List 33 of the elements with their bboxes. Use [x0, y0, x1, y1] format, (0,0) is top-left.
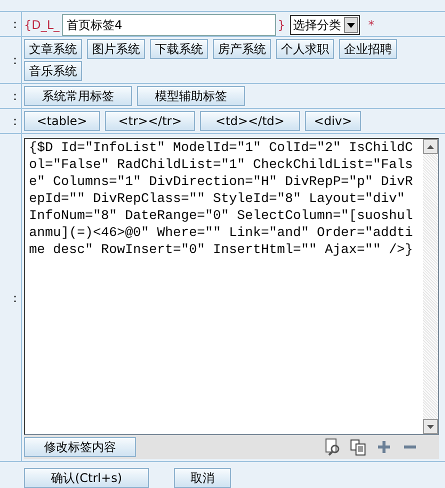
html-snippet-button[interactable]: <td></td>: [200, 111, 300, 131]
suffix-text: }: [278, 17, 286, 34]
system-button[interactable]: 图片系统: [87, 39, 145, 59]
system-button[interactable]: 房产系统: [213, 39, 271, 59]
copy-icon[interactable]: [349, 438, 367, 456]
code-text[interactable]: {$D Id="InfoList" ModelId="1" ColId="2" IsChildCol="False" RadChildList="1" CheckChildList="False" Columns="1" DivDirection="H" DivRepP="p" DivRepId="" DivRepClass="" StyleId="8" Layout="div" InfoNum="8" DateRange="0" SelectColumn="[suoshulanmu](=)<46>@0" Where="" Link="and" Order="addtime desc" RowInsert="0" InsertHtml="" Ajax="" />}: [25, 139, 423, 434]
system-button[interactable]: 个人求职: [276, 39, 334, 59]
system-button[interactable]: 下载系统: [150, 39, 208, 59]
plus-icon[interactable]: [375, 438, 393, 456]
html-snippet-button[interactable]: <tr></tr>: [105, 111, 195, 131]
scroll-down-icon[interactable]: [423, 419, 438, 434]
field-label: ：: [0, 37, 22, 83]
scroll-up-icon[interactable]: [423, 139, 438, 154]
scrollbar[interactable]: [423, 139, 438, 434]
system-button[interactable]: 文章系统: [24, 39, 82, 59]
html-snippet-button[interactable]: <div>: [305, 111, 361, 131]
field-label: ：: [0, 109, 22, 133]
field-label: ：: [0, 12, 22, 36]
confirm-button[interactable]: 确认(Ctrl+s): [24, 468, 149, 488]
magnifier-page-icon[interactable]: [323, 438, 341, 456]
edit-tag-button[interactable]: 修改标签内容: [24, 437, 136, 457]
tag-button[interactable]: 系统常用标签: [24, 86, 132, 106]
html-snippet-button[interactable]: <table>: [24, 111, 100, 131]
prefix-text: {D_L_: [24, 17, 60, 34]
name-input[interactable]: 首页标签4: [62, 14, 276, 36]
system-button[interactable]: 企业招聘: [339, 39, 397, 59]
system-button[interactable]: 音乐系统: [24, 61, 82, 81]
field-label: ：: [0, 134, 22, 461]
cancel-button[interactable]: 取消: [174, 468, 231, 488]
required-mark: *: [368, 17, 374, 34]
tag-button[interactable]: 模型辅助标签: [137, 86, 245, 106]
field-label: ：: [0, 84, 22, 108]
category-select[interactable]: 选择分类: [290, 15, 360, 35]
